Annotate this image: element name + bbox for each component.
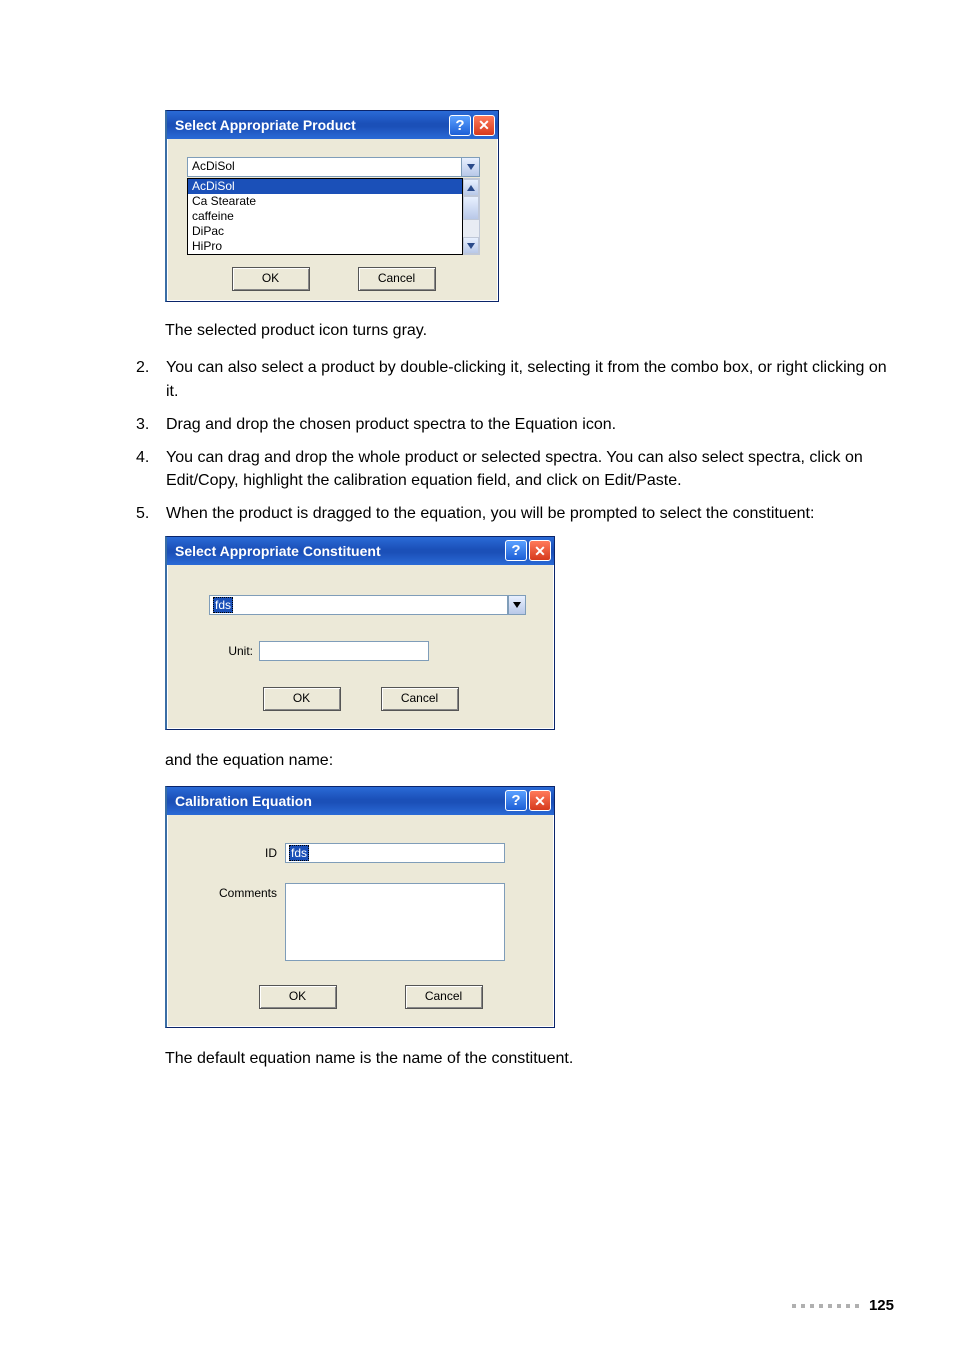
- content-column: Select Appropriate Product ? ✕ AcDiSol: [165, 110, 894, 342]
- question-icon: ?: [455, 117, 464, 134]
- page-number: 125: [869, 1297, 894, 1314]
- help-button[interactable]: ?: [505, 540, 527, 561]
- page: Select Appropriate Product ? ✕ AcDiSol: [0, 0, 954, 1350]
- question-icon: ?: [511, 792, 520, 809]
- ok-button[interactable]: OK: [263, 687, 341, 711]
- constituent-combobox-value: fds: [213, 597, 233, 613]
- dialog-select-product: Select Appropriate Product ? ✕ AcDiSol: [165, 110, 499, 302]
- cancel-button[interactable]: Cancel: [381, 687, 459, 711]
- cancel-button[interactable]: Cancel: [405, 985, 483, 1009]
- help-button[interactable]: ?: [505, 790, 527, 811]
- step-list: 2. You can also select a product by doub…: [136, 356, 894, 525]
- footer-dots-icon: [792, 1304, 859, 1308]
- body-text: and the equation name:: [165, 750, 894, 772]
- dialog-calibration-equation: Calibration Equation ? ✕ ID fds Comments: [165, 786, 555, 1028]
- content-column-2: Select Appropriate Constituent ? ✕ fds: [165, 536, 894, 1071]
- close-button[interactable]: ✕: [529, 540, 551, 561]
- ok-button[interactable]: OK: [259, 985, 337, 1009]
- dialog-select-product-titlebar[interactable]: Select Appropriate Product ? ✕: [167, 111, 498, 139]
- page-footer: 125: [792, 1297, 894, 1314]
- step-text: Drag and drop the chosen product spectra…: [166, 413, 894, 436]
- constituent-combobox[interactable]: fds: [209, 595, 508, 615]
- step-text: When the product is dragged to the equat…: [166, 502, 894, 525]
- list-item[interactable]: DiPac: [188, 224, 462, 239]
- chevron-down-icon[interactable]: [462, 157, 480, 177]
- ok-button[interactable]: OK: [232, 267, 310, 291]
- list-item[interactable]: HiPro: [188, 239, 462, 254]
- unit-row: Unit:: [195, 641, 526, 661]
- dialog-select-product-body: AcDiSol AcDiSol Ca Stearate caffeine DiP…: [167, 139, 498, 301]
- close-icon: ✕: [478, 118, 490, 132]
- step-number: 2.: [136, 356, 166, 402]
- comments-input[interactable]: [285, 883, 505, 961]
- step-number: 5.: [136, 502, 166, 525]
- unit-label: Unit:: [195, 644, 259, 658]
- close-icon: ✕: [534, 544, 546, 558]
- list-item[interactable]: caffeine: [188, 209, 462, 224]
- step-item: 4. You can drag and drop the whole produ…: [136, 446, 894, 492]
- product-combobox[interactable]: AcDiSol: [187, 157, 480, 177]
- cancel-button[interactable]: Cancel: [358, 267, 436, 291]
- calibration-form: ID fds Comments: [197, 843, 524, 961]
- dialog-calibration-equation-body: ID fds Comments OK Cancel: [167, 815, 554, 1027]
- scroll-up-button[interactable]: [463, 179, 479, 196]
- dialog-calibration-equation-titlebar[interactable]: Calibration Equation ? ✕: [167, 787, 554, 815]
- unit-input[interactable]: [259, 641, 429, 661]
- dialog-select-product-title: Select Appropriate Product: [175, 117, 447, 133]
- id-input[interactable]: fds: [285, 843, 505, 863]
- body-text: The selected product icon turns gray.: [165, 320, 894, 342]
- dialog-calibration-equation-buttons: OK Cancel: [197, 985, 524, 1009]
- step-number: 4.: [136, 446, 166, 492]
- question-icon: ?: [511, 542, 520, 559]
- step-item: 2. You can also select a product by doub…: [136, 356, 894, 402]
- id-label: ID: [197, 843, 277, 860]
- close-button[interactable]: ✕: [529, 790, 551, 811]
- step-text: You can drag and drop the whole product …: [166, 446, 894, 492]
- close-icon: ✕: [534, 794, 546, 808]
- body-text: The default equation name is the name of…: [165, 1048, 894, 1070]
- dialog-select-constituent-buttons: OK Cancel: [195, 687, 526, 711]
- dialog-select-constituent-titlebar[interactable]: Select Appropriate Constituent ? ✕: [167, 537, 554, 565]
- help-button[interactable]: ?: [449, 115, 471, 136]
- step-item: 5. When the product is dragged to the eq…: [136, 502, 894, 525]
- dialog-select-constituent-title: Select Appropriate Constituent: [175, 543, 503, 559]
- scroll-track[interactable]: [463, 196, 479, 237]
- close-button[interactable]: ✕: [473, 115, 495, 136]
- scroll-down-button[interactable]: [463, 237, 479, 254]
- step-item: 3. Drag and drop the chosen product spec…: [136, 413, 894, 436]
- scroll-thumb[interactable]: [463, 196, 479, 220]
- dialog-select-constituent: Select Appropriate Constituent ? ✕ fds: [165, 536, 555, 730]
- dialog-calibration-equation-title: Calibration Equation: [175, 793, 503, 809]
- product-listbox[interactable]: AcDiSol Ca Stearate caffeine DiPac HiPro: [187, 178, 480, 255]
- constituent-combo-row: fds: [195, 595, 526, 615]
- comments-label: Comments: [197, 883, 277, 900]
- chevron-down-icon[interactable]: [508, 595, 526, 615]
- id-value: fds: [289, 845, 309, 861]
- step-number: 3.: [136, 413, 166, 436]
- list-item[interactable]: Ca Stearate: [188, 194, 462, 209]
- product-combobox-value[interactable]: AcDiSol: [187, 157, 462, 177]
- scrollbar-vertical[interactable]: [463, 178, 480, 255]
- product-listbox-items[interactable]: AcDiSol Ca Stearate caffeine DiPac HiPro: [187, 178, 463, 255]
- dialog-select-product-buttons: OK Cancel: [187, 267, 480, 291]
- list-item[interactable]: AcDiSol: [188, 179, 462, 194]
- dialog-select-constituent-body: fds Unit: OK Cancel: [167, 565, 554, 729]
- step-text: You can also select a product by double-…: [166, 356, 894, 402]
